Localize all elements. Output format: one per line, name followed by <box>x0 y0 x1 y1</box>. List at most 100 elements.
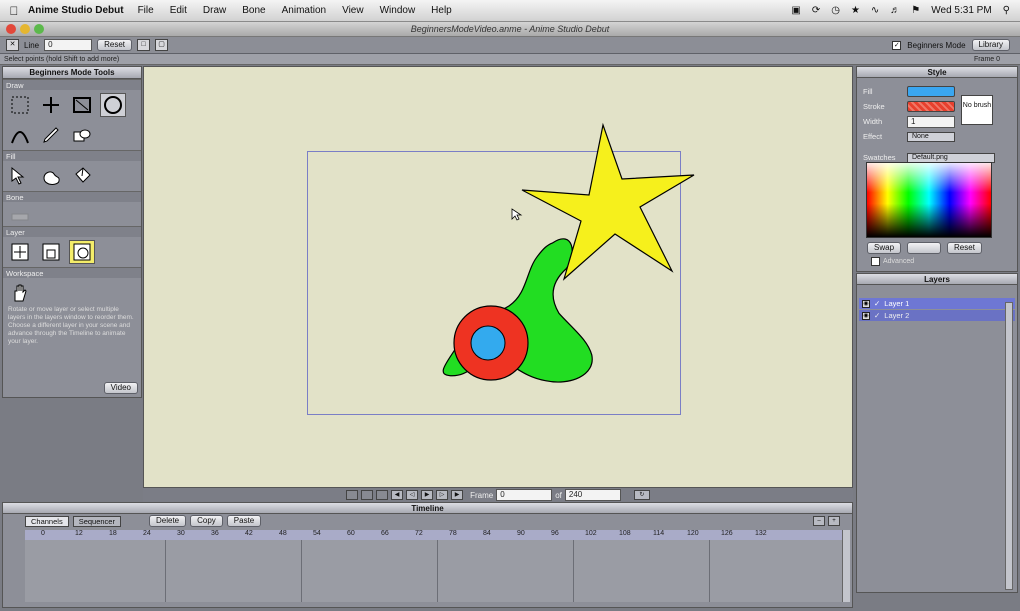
layer-row-2[interactable]: ◉ ✓ Layer 2 <box>859 310 1015 321</box>
menu-view[interactable]: View <box>342 5 364 16</box>
play-icon[interactable]: ▶ <box>421 490 434 500</box>
frame-input[interactable]: 0 <box>496 489 553 501</box>
timeline-zoom-controls: – + <box>813 516 840 526</box>
timeline-scrollbar[interactable] <box>842 530 850 602</box>
previous-frame-icon[interactable]: ◁ <box>406 490 419 500</box>
rectangle-shape-icon <box>73 97 91 113</box>
freehand-tool[interactable] <box>38 123 64 147</box>
color-picker[interactable] <box>866 162 992 238</box>
spotlight-search-icon[interactable]: ⚲ <box>1003 5 1010 16</box>
no-brush-button[interactable]: No brush <box>961 95 993 125</box>
dashed-rectangle-icon <box>11 96 29 114</box>
ruler-tick-label: 12 <box>75 530 83 537</box>
ruler-tick-label: 18 <box>109 530 117 537</box>
tab-sequencer[interactable]: Sequencer <box>72 515 121 527</box>
go-to-start-icon[interactable]: ◀ <box>391 490 404 500</box>
wifi-icon[interactable]: ∿ <box>871 5 879 16</box>
blue-circle-shape[interactable] <box>470 325 506 361</box>
visibility-eye-icon[interactable]: ◉ <box>862 311 870 320</box>
clock[interactable]: Wed 5:31 PM <box>931 5 991 16</box>
step-back-button[interactable] <box>361 490 374 500</box>
line-width-label: Line <box>24 40 40 50</box>
color-preview-button[interactable] <box>907 242 942 254</box>
minimize-window-button[interactable] <box>20 24 30 34</box>
visibility-eye-icon[interactable]: ◉ <box>862 299 870 308</box>
scale-layer-tool[interactable] <box>38 240 64 264</box>
advanced-checkbox[interactable] <box>871 257 880 266</box>
timeline-panel: Timeline Channels Sequencer Delete Copy … <box>2 502 853 608</box>
menu-edit[interactable]: Edit <box>170 5 187 16</box>
effect-dropdown[interactable]: None <box>907 131 955 142</box>
ruler-tick-label: 36 <box>211 530 219 537</box>
hand-tool[interactable] <box>7 281 33 305</box>
layers-panel: Layers ◉ ✓ Layer 1 ◉ ✓ Layer 2 <box>856 273 1018 593</box>
next-frame-icon[interactable]: ▷ <box>436 490 449 500</box>
stroke-color-swatch[interactable] <box>907 101 955 112</box>
bone-tool[interactable] <box>7 205 33 229</box>
artwork[interactable] <box>144 67 854 489</box>
add-point-tool[interactable] <box>38 93 64 117</box>
go-to-end-icon[interactable]: ▶ <box>451 490 464 500</box>
flag-icon[interactable]: ⚑ <box>911 5 920 16</box>
section-fill: Fill <box>3 150 141 161</box>
play-button[interactable] <box>376 490 389 500</box>
zoom-in-icon[interactable]: + <box>828 516 840 526</box>
track-gridline <box>437 540 438 602</box>
zoom-out-icon[interactable]: – <box>813 516 825 526</box>
menu-file[interactable]: File <box>138 5 154 16</box>
paste-keys-button[interactable]: Paste <box>226 515 262 527</box>
oval-tool[interactable] <box>100 93 126 117</box>
ruler-tick-label: 60 <box>347 530 355 537</box>
apple-icon[interactable]:  <box>0 4 28 18</box>
canvas[interactable] <box>143 66 853 488</box>
create-shape-tool[interactable] <box>38 164 64 188</box>
copy-icon[interactable]: □ <box>137 39 151 51</box>
select-points-tool[interactable] <box>7 93 33 117</box>
reset-button[interactable]: Reset <box>97 39 133 51</box>
video-button[interactable]: Video <box>103 382 138 394</box>
tab-channels[interactable]: Channels <box>25 515 69 527</box>
select-shape-tool[interactable] <box>7 164 33 188</box>
bluetooth-icon[interactable]: ★ <box>851 5 860 16</box>
rotate-layer-tool[interactable] <box>69 240 95 264</box>
frame-label: Frame <box>470 490 494 500</box>
copy-keys-button[interactable]: Copy <box>190 515 223 527</box>
ruler-tick-label: 108 <box>619 530 631 537</box>
frame-indicator: Frame 0 <box>973 56 1000 63</box>
paste-icon[interactable]: ▢ <box>155 39 169 51</box>
layer-row-1[interactable]: ◉ ✓ Layer 1 <box>859 298 1015 309</box>
timeline-ruler[interactable]: 0 12 18 24 30 36 42 48 54 60 66 72 78 84 90 96 102 108 114… <box>25 530 845 540</box>
paint-bucket-tool[interactable] <box>69 164 95 188</box>
close-window-button[interactable] <box>6 24 16 34</box>
fill-color-swatch[interactable] <box>907 86 955 97</box>
draw-shape-tool[interactable] <box>69 93 95 117</box>
zoom-window-button[interactable] <box>34 24 44 34</box>
menu-draw[interactable]: Draw <box>203 5 226 16</box>
rewind-button[interactable] <box>346 490 359 500</box>
reset-colors-button[interactable]: Reset <box>947 242 982 254</box>
end-frame-input[interactable]: 240 <box>564 489 621 501</box>
volume-icon[interactable]: ♬ <box>890 5 900 16</box>
delete-keys-button[interactable]: Delete <box>148 515 187 527</box>
stroke-row: Stroke <box>857 99 1017 114</box>
swatches-dropdown[interactable]: Default.png <box>907 152 995 163</box>
camera-icon[interactable]: ▣ <box>791 5 800 16</box>
loop-icon[interactable]: ↻ <box>633 490 650 500</box>
swap-button[interactable]: Swap <box>867 242 902 254</box>
transform-points-tool[interactable] <box>69 123 95 147</box>
translate-layer-tool[interactable] <box>7 240 33 264</box>
curvature-tool[interactable] <box>7 123 33 147</box>
menu-animation[interactable]: Animation <box>282 5 326 16</box>
timeline-tracks[interactable] <box>25 540 843 602</box>
app-name-menu[interactable]: Anime Studio Debut <box>28 5 124 16</box>
menu-bone[interactable]: Bone <box>242 5 265 16</box>
menu-window[interactable]: Window <box>380 5 416 16</box>
sync-icon[interactable]: ⟳ <box>812 5 820 16</box>
layers-scrollbar[interactable] <box>1005 302 1013 590</box>
library-button[interactable]: Library <box>971 39 1010 51</box>
timer-icon[interactable]: ◷ <box>831 5 840 16</box>
menu-help[interactable]: Help <box>431 5 452 16</box>
width-input[interactable]: 1 <box>907 115 955 128</box>
line-width-input[interactable]: 0 <box>44 39 93 51</box>
beginners-mode-checkbox[interactable]: ✓ <box>892 40 902 50</box>
